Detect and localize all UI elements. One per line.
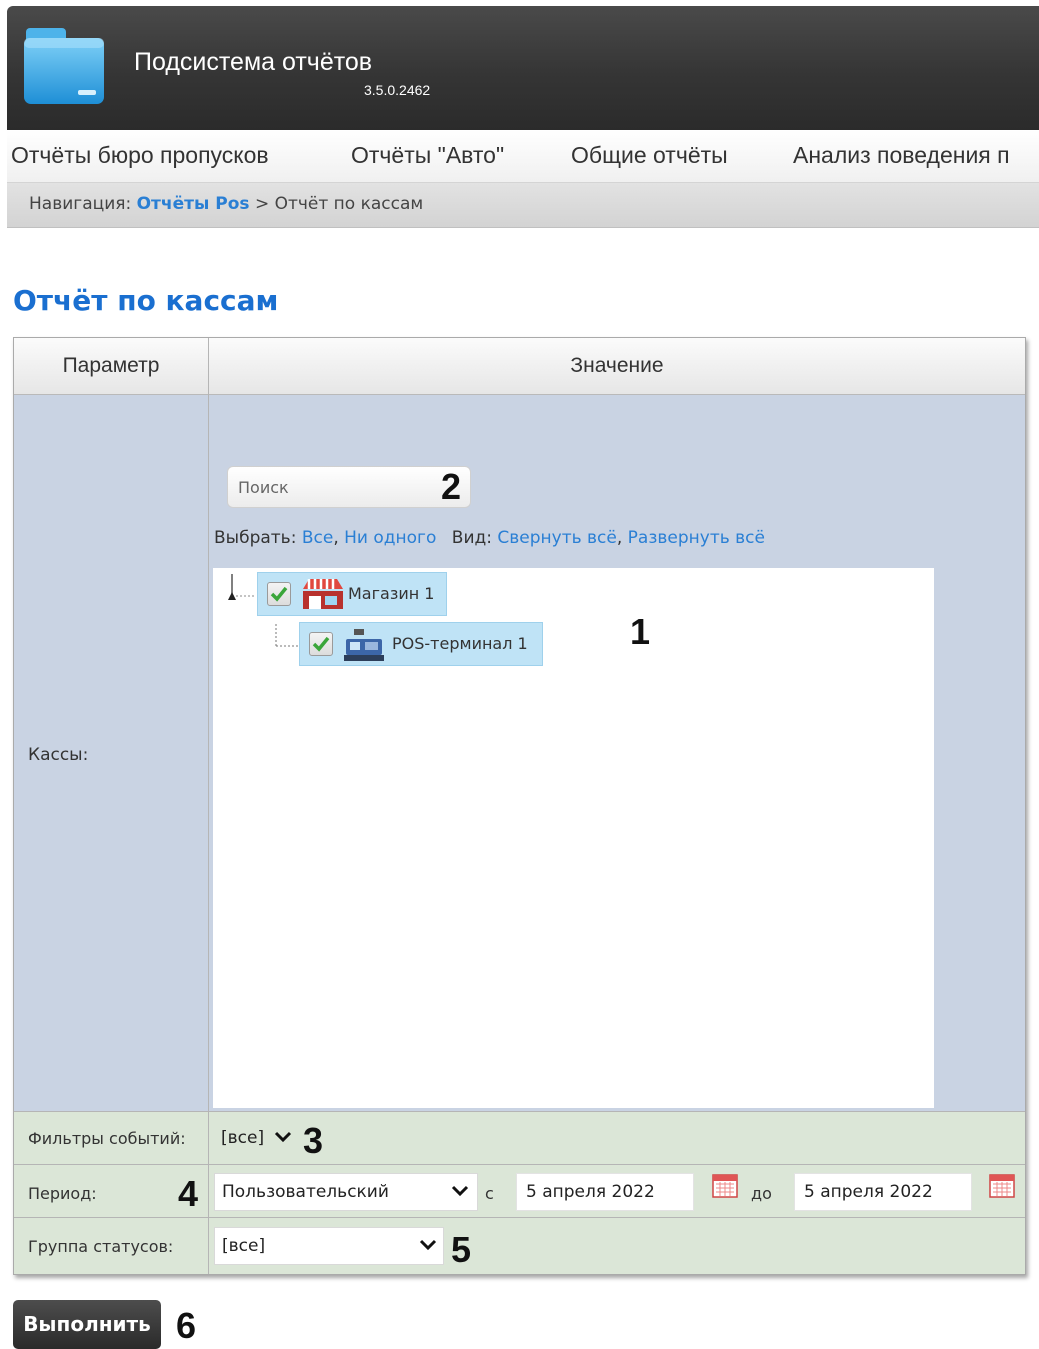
store-1-label: Магазин 1 <box>348 584 435 603</box>
event-filters-value: [все] <box>221 1128 265 1148</box>
app-version: 3.5.0.2462 <box>364 82 431 98</box>
cashbox-tree: Магазин 1 POS-терминал 1 <box>213 568 934 1108</box>
store-icon <box>303 579 343 609</box>
chevron-down-icon <box>451 1185 469 1197</box>
chevron-down-icon <box>274 1131 292 1143</box>
checkmark-icon <box>270 586 288 602</box>
page-title: Отчёт по кассам <box>13 284 279 317</box>
period-to-input[interactable]: 5 апреля 2022 <box>794 1173 972 1211</box>
annotation-6: 6 <box>176 1305 197 1346</box>
report-parameters-table: Параметр Значение Кассы: 2 Выбрать: Все,… <box>13 337 1026 1275</box>
to-calendar-icon[interactable] <box>989 1174 1015 1198</box>
annotation-3: 3 <box>303 1120 324 1161</box>
top-menu: Отчёты бюро пропусков Отчёты "Авто" Общи… <box>7 130 1039 183</box>
annotation-4: 4 <box>178 1173 199 1214</box>
menu-item-behavior-analysis[interactable]: Анализ поведения п <box>793 142 1010 169</box>
folder-logo-icon <box>24 28 104 104</box>
cashboxes-label: Кассы: <box>28 745 89 765</box>
pos-terminal-icon <box>344 629 384 661</box>
menu-item-pass-bureau-reports[interactable]: Отчёты бюро пропусков <box>11 142 269 169</box>
search-box[interactable] <box>227 466 471 508</box>
tree-node-pos-terminal-1[interactable]: POS-терминал 1 <box>299 622 543 666</box>
annotation-5: 5 <box>451 1229 472 1270</box>
store-1-checkbox[interactable] <box>267 582 291 606</box>
search-input[interactable] <box>236 475 430 499</box>
annotation-2: 2 <box>441 466 462 507</box>
period-from-value: 5 апреля 2022 <box>526 1182 655 1202</box>
checkmark-icon <box>312 636 330 652</box>
status-group-label: Группа статусов: <box>28 1237 174 1256</box>
selection-controls: Выбрать: Все, Ни одного Вид: Свернуть вс… <box>214 528 765 548</box>
collapse-all-link[interactable]: Свернуть всё <box>497 528 616 548</box>
period-to-value: 5 апреля 2022 <box>804 1182 933 1202</box>
period-type-select[interactable]: Пользовательский <box>214 1173 478 1211</box>
column-header-param: Параметр <box>14 338 209 395</box>
app-title: Подсистема отчётов <box>134 48 373 76</box>
status-group-select[interactable]: [все] <box>214 1227 444 1265</box>
select-all-link[interactable]: Все <box>302 528 333 548</box>
tree-node-store-1[interactable]: Магазин 1 <box>257 572 447 616</box>
status-group-value: [все] <box>222 1236 266 1256</box>
breadcrumb-current: Отчёт по кассам <box>274 194 424 214</box>
period-from-input[interactable]: 5 апреля 2022 <box>516 1173 694 1211</box>
chevron-down-icon <box>419 1239 437 1251</box>
run-button[interactable]: Выполнить <box>13 1300 161 1349</box>
annotation-1: 1 <box>630 611 651 652</box>
event-filters-select[interactable]: [все] <box>214 1120 298 1156</box>
period-type-value: Пользовательский <box>222 1182 389 1202</box>
view-label: Вид: <box>451 528 492 548</box>
pos-terminal-1-checkbox[interactable] <box>309 632 333 656</box>
breadcrumb: Навигация: Отчёты Pos > Отчёт по кассам <box>7 183 1039 228</box>
column-header-value: Значение <box>209 338 1025 395</box>
menu-item-auto-reports[interactable]: Отчёты "Авто" <box>351 142 504 169</box>
app-header: Подсистема отчётов 3.5.0.2462 <box>7 6 1039 130</box>
tree-collapse-toggle-icon[interactable] <box>227 572 257 608</box>
period-from-label: с <box>485 1184 494 1203</box>
breadcrumb-prefix: Навигация: <box>29 194 132 214</box>
select-none-link[interactable]: Ни одного <box>344 528 436 548</box>
breadcrumb-link-pos-reports[interactable]: Отчёты Pos <box>137 194 250 214</box>
pos-terminal-1-label: POS-терминал 1 <box>392 634 528 653</box>
expand-all-link[interactable]: Развернуть всё <box>628 528 765 548</box>
period-label: Период: <box>28 1184 97 1203</box>
event-filters-label: Фильтры событий: <box>28 1129 186 1148</box>
breadcrumb-separator: > <box>254 194 270 214</box>
menu-item-general-reports[interactable]: Общие отчёты <box>571 142 728 169</box>
from-calendar-icon[interactable] <box>712 1174 738 1198</box>
period-to-label: до <box>751 1184 772 1203</box>
select-label: Выбрать: <box>214 528 297 548</box>
